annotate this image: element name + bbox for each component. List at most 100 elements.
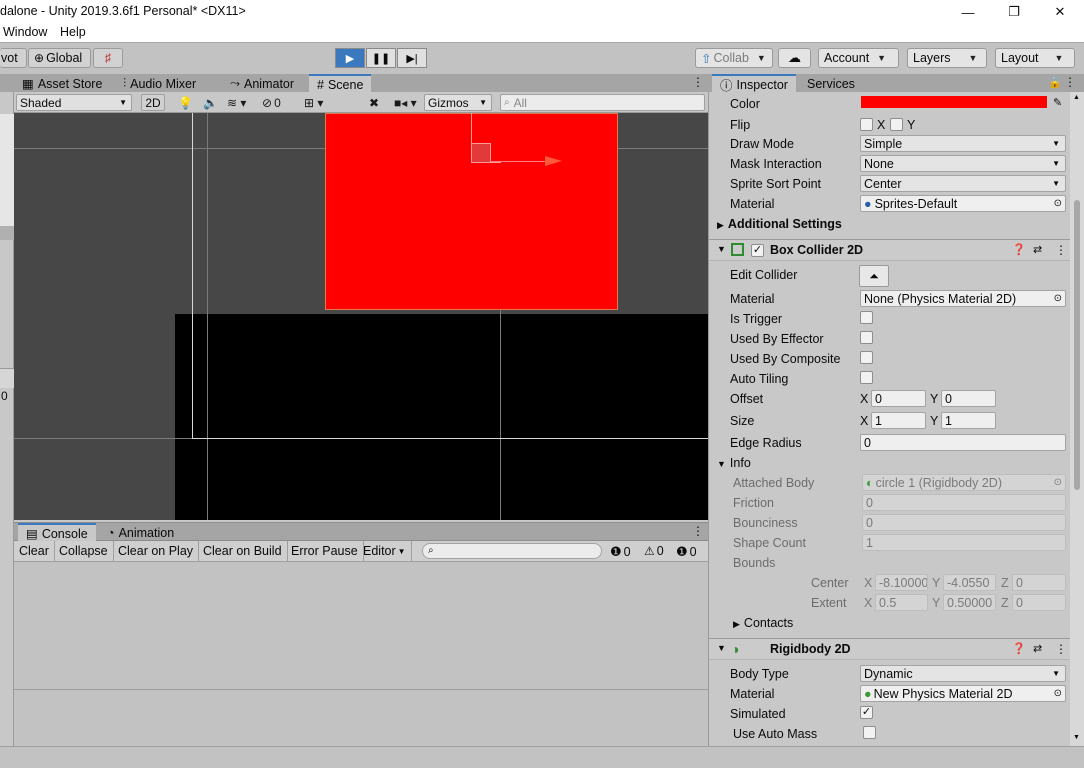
2d-toggle[interactable]: 2D [141, 94, 165, 111]
info-count-toggle[interactable]: ❶ 0 [610, 544, 631, 560]
used-by-composite-checkbox[interactable] [860, 351, 873, 364]
step-button[interactable]: ▶| [397, 48, 427, 68]
scene-view[interactable] [14, 113, 708, 520]
used-by-effector-checkbox[interactable] [860, 331, 873, 344]
x-axis-arrow-icon[interactable] [545, 156, 562, 166]
tab-scene[interactable]: # Scene [309, 74, 372, 93]
collapse-button[interactable]: Collapse [54, 541, 114, 561]
contacts-foldout[interactable]: ▶ Contacts [733, 616, 793, 630]
grid-snap-icon[interactable]: ⊞ ▾ [304, 94, 323, 111]
tab-audio-mixer[interactable]: ⫶ Audio Mixer [115, 74, 204, 93]
component-menu-icon[interactable]: ⋮ [1055, 642, 1067, 656]
play-button[interactable]: ▶ [335, 48, 365, 68]
tab-asset-store[interactable]: ▦ Asset Store [14, 74, 110, 93]
tools-icon[interactable]: ✖ [369, 94, 379, 111]
mask-interaction-dropdown[interactable]: None ▼ [860, 155, 1066, 172]
collab-dropdown[interactable]: ⇧ Collab ▼ [695, 48, 773, 68]
sprite-sort-point-dropdown[interactable]: Center ▼ [860, 175, 1066, 192]
pivot-toggle[interactable]: vot [0, 48, 27, 68]
move-gizmo-handle[interactable] [471, 143, 491, 163]
visibility-icon[interactable]: ⊘ 0 [262, 94, 281, 111]
flip-x-label: X [877, 118, 886, 132]
preset-icon[interactable]: ⇄ [1033, 243, 1042, 256]
simulated-checkbox[interactable]: ✓ [860, 706, 873, 719]
snap-button[interactable]: ♯ [93, 48, 123, 68]
offset-y-input[interactable]: 0 [941, 390, 996, 407]
minimize-button[interactable]: — [945, 0, 991, 24]
collider-material-field[interactable]: None (Physics Material 2D) ⊙ [860, 290, 1066, 307]
box-collider-header[interactable]: ▼ ✓ Box Collider 2D ❓ ⇄ ⋮ [709, 239, 1070, 261]
flip-x-checkbox[interactable] [860, 118, 873, 131]
editor-dropdown[interactable]: Editor ▼ [358, 541, 412, 561]
lock-icon[interactable]: 🔒 [1048, 76, 1062, 89]
layout-dropdown[interactable]: Layout ▼ [995, 48, 1075, 68]
tab-console[interactable]: ▤ Console [18, 523, 96, 542]
sprite-material-label: Material [730, 197, 775, 211]
menu-window[interactable]: Window [3, 25, 47, 39]
inspector-scrollbar[interactable]: ▲ ▼ [1070, 92, 1084, 746]
audio-icon[interactable]: 🔈 [203, 94, 218, 111]
clear-on-build-button[interactable]: Clear on Build [198, 541, 288, 561]
edit-collider-button[interactable]: ⏶ [859, 265, 889, 287]
tab-inspector[interactable]: ⓘ Inspector [712, 74, 796, 93]
edge-radius-input[interactable]: 0 [860, 434, 1066, 451]
component-menu-icon[interactable]: ⋮ [1055, 243, 1067, 257]
error-pause-button[interactable]: Error Pause [286, 541, 364, 561]
sprite-material-field[interactable]: ● Sprites-Default ⊙ [860, 195, 1066, 212]
body-type-dropdown[interactable]: Dynamic ▼ [860, 665, 1066, 682]
size-y-input[interactable]: 1 [941, 412, 996, 429]
layers-dropdown[interactable]: Layers ▼ [907, 48, 987, 68]
console-splitter[interactable] [14, 689, 708, 690]
cloud-button[interactable]: ☁ [778, 48, 811, 68]
account-dropdown[interactable]: Account ▼ [818, 48, 899, 68]
color-field[interactable] [860, 95, 1048, 109]
warning-count-toggle[interactable]: ⚠ 0 [644, 544, 664, 558]
use-auto-mass-checkbox[interactable] [863, 726, 876, 739]
effects-icon[interactable]: ≋ ▾ [227, 94, 246, 111]
preset-icon[interactable]: ⇄ [1033, 642, 1042, 655]
menu-help[interactable]: Help [60, 25, 86, 39]
lighting-icon[interactable]: 💡 [178, 94, 193, 111]
object-picker-icon[interactable]: ⊙ [1054, 293, 1062, 304]
tab-menu-icon[interactable]: ⋮ [692, 75, 704, 89]
clear-button[interactable]: Clear [14, 541, 55, 561]
offset-x-input[interactable]: 0 [871, 390, 926, 407]
flip-y-checkbox[interactable] [890, 118, 903, 131]
global-toggle[interactable]: ⊕ Global [28, 48, 91, 68]
tab-menu-icon[interactable]: ⋮ [692, 524, 704, 538]
error-count: 0 [689, 545, 697, 559]
gizmos-dropdown[interactable]: Gizmos ▼ [424, 94, 492, 111]
rigidbody-icon: ◐ [866, 475, 874, 490]
scrollbar-thumb[interactable] [1074, 200, 1080, 490]
auto-tiling-checkbox[interactable] [860, 371, 873, 384]
shading-mode-dropdown[interactable]: Shaded ▼ [16, 94, 132, 111]
info-foldout[interactable]: ▼ Info [717, 456, 751, 470]
object-picker-icon[interactable]: ⊙ [1054, 688, 1062, 699]
draw-mode-dropdown[interactable]: Simple ▼ [860, 135, 1066, 152]
close-button[interactable]: ✕ [1037, 0, 1083, 24]
tab-animator[interactable]: ⤳ Animator [222, 74, 302, 93]
tab-services[interactable]: Services [799, 74, 863, 93]
rigidbody-material-field[interactable]: ● New Physics Material 2D ⊙ [860, 685, 1066, 702]
size-x-input[interactable]: 1 [871, 412, 926, 429]
box-collider-enabled-checkbox[interactable]: ✓ [751, 244, 764, 257]
clear-on-play-button[interactable]: Clear on Play [113, 541, 200, 561]
additional-settings-foldout[interactable]: ▶ Additional Settings [717, 217, 842, 231]
scroll-down-icon[interactable]: ▼ [1073, 734, 1080, 741]
help-icon[interactable]: ❓ [1012, 642, 1026, 655]
error-count-toggle[interactable]: ❶ 0 [676, 544, 697, 560]
scroll-up-icon[interactable]: ▲ [1073, 94, 1080, 101]
rigidbody-header[interactable]: ▼ ◑ Rigidbody 2D ❓ ⇄ ⋮ [709, 638, 1070, 660]
tab-menu-icon[interactable]: ⋮ [1064, 75, 1076, 89]
pause-button[interactable]: ❚❚ [366, 48, 396, 68]
tab-label: Services [807, 76, 855, 91]
maximize-button[interactable]: ❐ [991, 0, 1037, 24]
tab-animation[interactable]: ◔ Animation [99, 523, 182, 542]
object-picker-icon[interactable]: ⊙ [1054, 198, 1062, 209]
console-search-input[interactable]: ⌕ [422, 543, 602, 559]
scene-search-input[interactable]: ⌕ All [500, 94, 705, 111]
camera-icon[interactable]: ■◂ ▾ [394, 94, 417, 111]
eyedropper-icon[interactable]: ✎ [1053, 96, 1062, 109]
help-icon[interactable]: ❓ [1012, 243, 1026, 256]
is-trigger-checkbox[interactable] [860, 311, 873, 324]
